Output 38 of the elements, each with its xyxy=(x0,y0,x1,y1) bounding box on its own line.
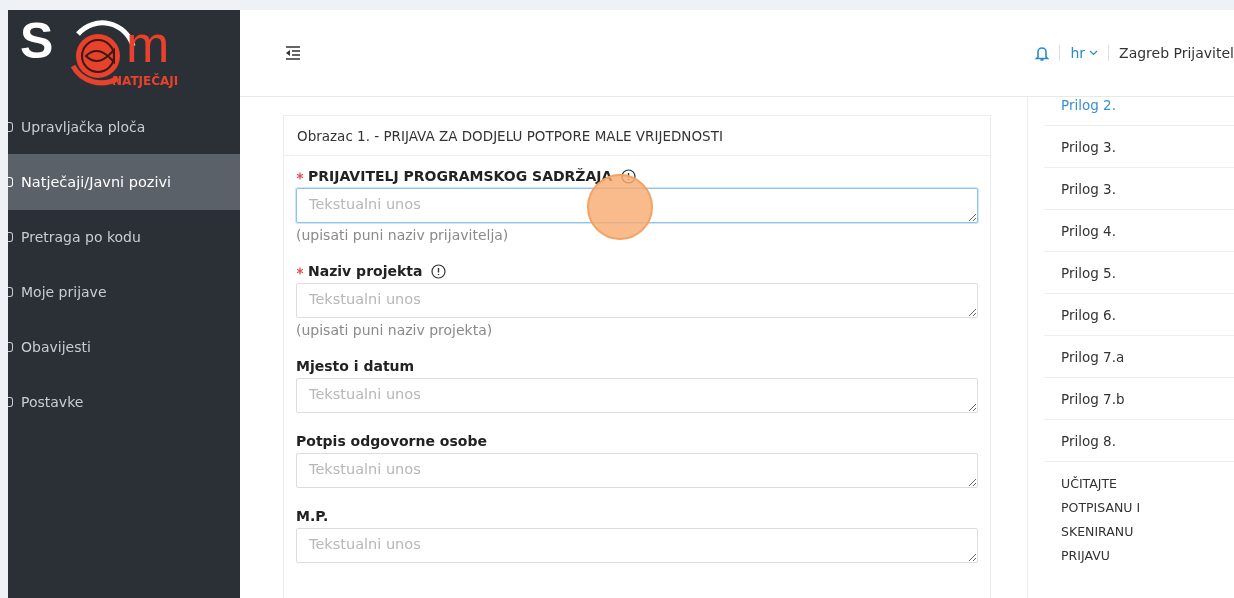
nav-item[interactable]: Natječaji/Javni pozivi xyxy=(8,154,240,210)
form-title: Obrazac 1. - PRIJAVA ZA DODJELU POTPORE MALE VRIJEDNOSTI xyxy=(284,116,990,156)
attachment-link[interactable]: Prilog 4. xyxy=(1044,210,1234,252)
nav-item[interactable]: Upravljačka ploča xyxy=(8,99,240,155)
nav-item[interactable]: Moje prijave xyxy=(8,264,240,320)
logo-letter: S xyxy=(20,16,54,66)
nav-item[interactable]: Pretraga po kodu xyxy=(8,209,240,265)
bell-icon[interactable] xyxy=(1035,44,1050,62)
chevron-down-icon xyxy=(1089,50,1099,56)
logo-subtitle: NATJEČAJI xyxy=(112,74,179,88)
logo-letter: m xyxy=(126,18,170,70)
attachment-link[interactable]: Prilog 5. xyxy=(1044,252,1234,294)
field-hint: (upisati puni naziv projekta) xyxy=(296,322,494,338)
field-label: Potpis odgovorne osobe xyxy=(296,433,487,449)
field-hint: (upisati puni naziv prijavitelja) xyxy=(296,227,510,243)
text-area[interactable]: Tekstualni unos xyxy=(296,528,978,563)
attachment-link[interactable]: Prilog 3. xyxy=(1044,168,1234,210)
text-area[interactable]: Tekstualni unos xyxy=(296,378,978,413)
info-icon[interactable] xyxy=(431,263,447,279)
nav-item[interactable]: Obavijesti xyxy=(8,319,240,375)
field-label: Naziv projekta xyxy=(308,263,423,279)
attachment-link[interactable]: Prilog 3. xyxy=(1044,126,1234,168)
field-label: M.P. xyxy=(296,508,329,524)
attachment-link[interactable]: Prilog 7.b xyxy=(1044,378,1234,420)
field-label: Mjesto i datum xyxy=(296,358,415,374)
language-dropdown[interactable]: hr xyxy=(1070,45,1099,61)
field-label: PRIJAVITELJ PROGRAMSKOG SADRŽAJA xyxy=(308,168,613,184)
text-area[interactable]: Tekstualni unos xyxy=(296,188,978,223)
text-area[interactable]: Tekstualni unos xyxy=(296,453,978,488)
nav-item[interactable]: Postavke xyxy=(8,374,240,430)
attachment-link[interactable]: Prilog 8. xyxy=(1044,420,1234,462)
attachment-link[interactable]: Prilog 6. xyxy=(1044,294,1234,336)
attachment-link[interactable]: Prilog 7.a xyxy=(1044,336,1234,378)
text-area[interactable]: Tekstualni unos xyxy=(296,283,978,318)
upload-link[interactable]: UČITAJTE POTPISANU I SKENIRANU PRIJAVU xyxy=(1044,462,1171,568)
menu-collapse-icon[interactable] xyxy=(285,46,301,60)
user-name[interactable]: Zagreb Prijavitel xyxy=(1119,45,1234,61)
attachment-link[interactable]: Prilog 2. xyxy=(1044,97,1234,126)
